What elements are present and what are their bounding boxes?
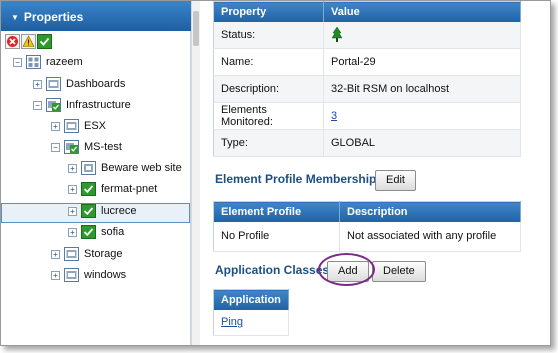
edit-button[interactable]: Edit (375, 170, 416, 191)
tree-node-label: razeem (46, 56, 83, 68)
tree-node-label: ESX (84, 120, 107, 132)
tree-node-infrastructure[interactable]: − Infrastructure (33, 98, 131, 118)
tree-node-razeem[interactable]: − razeem (13, 55, 83, 75)
expand-icon[interactable]: + (68, 206, 77, 216)
element-icon (81, 161, 96, 175)
column-header-property: Property (213, 1, 324, 22)
property-name: Name: (213, 48, 324, 76)
expand-icon[interactable]: + (68, 163, 77, 173)
element-ok-icon (81, 204, 96, 218)
panel-title: Properties (23, 10, 84, 24)
elements-monitored-link[interactable]: 3 (331, 110, 337, 122)
table-row: Status: (213, 21, 521, 49)
collapse-icon[interactable]: − (13, 57, 22, 67)
expand-icon[interactable]: + (33, 79, 42, 89)
tree-node-esx[interactable]: + ESX (51, 119, 106, 139)
tree-node-beware-web-site[interactable]: + Beware web site (68, 161, 182, 181)
tree-node-label: lucrece (101, 205, 137, 217)
delete-button[interactable]: Delete (372, 261, 426, 282)
window-frame: ▼ Properties − razeem + Dashboards − Inf… (0, 0, 551, 346)
property-value: 3 (323, 102, 521, 130)
property-value (323, 21, 521, 49)
column-header-application: Application (213, 289, 289, 310)
tree-scrollbar[interactable] (191, 1, 200, 345)
application-table: Application Ping (213, 289, 289, 336)
profile-table: Element Profile Description No Profile N… (213, 201, 521, 252)
tree-node-dashboards[interactable]: + Dashboards (33, 77, 125, 97)
properties-table: Property Value Status: Name: Portal-29 D… (213, 1, 521, 157)
property-name: Type: (213, 129, 324, 157)
profile-membership-title: Element Profile Membership (215, 172, 377, 186)
tree-node-fermat-pnet[interactable]: + fermat-pnet (68, 182, 157, 202)
tree-node-label: Infrastructure (66, 99, 131, 111)
ok-icon[interactable] (37, 34, 52, 49)
property-name: Description: (213, 75, 324, 103)
property-value: GLOBAL (323, 129, 521, 157)
tree-node-label: Dashboards (66, 78, 126, 90)
collapse-icon[interactable]: − (33, 100, 42, 110)
table-row: Type: GLOBAL (213, 129, 521, 157)
collapse-icon[interactable]: − (51, 142, 60, 152)
collapse-triangle-icon[interactable]: ▼ (11, 13, 19, 22)
property-value: 32-Bit RSM on localhost (323, 75, 521, 103)
expand-icon[interactable]: + (68, 227, 77, 237)
property-value: Portal-29 (323, 48, 521, 76)
tree-node-ms-test[interactable]: − MS-test (51, 140, 122, 160)
tree-status-icon (331, 26, 343, 42)
status-filter-bar (5, 34, 53, 52)
profile-cell: No Profile (213, 221, 340, 252)
tree-node-label: fermat-pnet (101, 183, 158, 195)
property-name: Status: (213, 21, 324, 49)
ping-link[interactable]: Ping (221, 316, 243, 328)
column-header-profile: Element Profile (213, 201, 340, 222)
expand-icon[interactable]: + (51, 249, 60, 259)
tree-node-label: MS-test (84, 141, 122, 153)
application-classes-title: Application Classes (215, 263, 330, 277)
expand-icon[interactable]: + (51, 121, 60, 131)
group-ok-icon (46, 98, 61, 112)
element-ok-icon (81, 182, 96, 196)
highlight-annotation (318, 253, 375, 286)
group-icon (26, 55, 41, 69)
property-name: Elements Monitored: (213, 102, 324, 130)
group-icon (64, 119, 79, 133)
table-row: Name: Portal-29 (213, 48, 521, 76)
properties-panel: ▼ Properties − razeem + Dashboards − Inf… (1, 1, 191, 345)
element-ok-icon (81, 225, 96, 239)
detail-pane: Property Value Status: Name: Portal-29 D… (201, 1, 550, 345)
table-row: Ping (213, 309, 289, 336)
tree-node-sofia[interactable]: + sofia (68, 225, 124, 245)
group-icon (64, 247, 79, 261)
tree-node-windows[interactable]: + windows (51, 268, 126, 288)
tree-node-storage[interactable]: + Storage (51, 247, 123, 267)
table-row: Description: 32-Bit RSM on localhost (213, 75, 521, 103)
error-icon[interactable] (5, 34, 20, 49)
group-ok-icon (64, 140, 79, 154)
description-cell: Not associated with any profile (339, 221, 521, 252)
tree-node-label: windows (84, 269, 127, 281)
tree-node-label: sofia (101, 226, 125, 238)
group-icon (46, 77, 61, 91)
expand-icon[interactable]: + (51, 270, 60, 280)
group-icon (64, 268, 79, 282)
tree-node-lucrece[interactable]: + lucrece (1, 203, 190, 223)
column-header-description: Description (339, 201, 521, 222)
properties-panel-header[interactable]: ▼ Properties (1, 1, 191, 31)
application-cell: Ping (213, 309, 289, 336)
scrollbar-thumb[interactable] (193, 11, 199, 46)
table-row: Elements Monitored: 3 (213, 102, 521, 130)
column-header-value: Value (323, 1, 521, 22)
tree-node-label: Beware web site (101, 162, 182, 174)
table-row: No Profile Not associated with any profi… (213, 221, 521, 252)
expand-icon[interactable]: + (68, 184, 77, 194)
warning-icon[interactable] (21, 34, 36, 49)
tree-node-label: Storage (84, 248, 123, 260)
